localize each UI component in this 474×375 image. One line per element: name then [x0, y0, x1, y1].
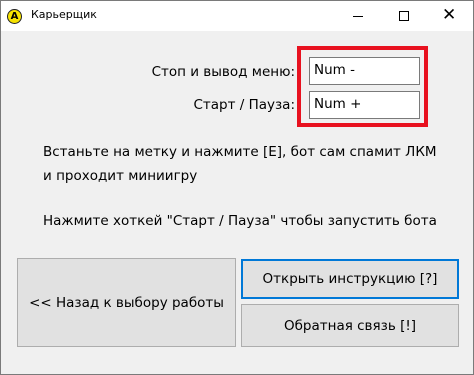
- minimize-button[interactable]: [335, 1, 381, 31]
- app-logo-icon: A: [7, 9, 22, 24]
- instruction-text-1: Встаньте на метку и нажмите [E], бот сам…: [43, 144, 437, 160]
- close-icon: ✕: [442, 5, 457, 25]
- app-window: A Карьерщик ✕ Стоп и вывод меню: Старт /…: [0, 0, 474, 375]
- instruction-text-2: и проходит миниигру: [43, 168, 198, 184]
- close-button[interactable]: ✕: [427, 1, 473, 31]
- open-instructions-button[interactable]: Открыть инструкцию [?]: [241, 259, 459, 299]
- maximize-icon: [399, 11, 409, 21]
- minimize-icon: [353, 16, 363, 17]
- instruction-text-3: Нажмите хоткей "Старт / Пауза" чтобы зап…: [43, 213, 437, 229]
- stop-hotkey-label: Стоп и вывод меню:: [151, 64, 295, 80]
- maximize-button[interactable]: [381, 1, 427, 31]
- start-hotkey-label: Старт / Пауза:: [193, 97, 295, 113]
- title-bar[interactable]: A Карьерщик ✕: [1, 1, 473, 31]
- back-button[interactable]: << Назад к выбору работы: [17, 258, 236, 347]
- start-hotkey-field[interactable]: Num +: [309, 91, 420, 119]
- stop-hotkey-field[interactable]: Num -: [309, 57, 420, 85]
- window-title: Карьерщик: [31, 8, 97, 21]
- feedback-button[interactable]: Обратная связь [!]: [241, 304, 459, 347]
